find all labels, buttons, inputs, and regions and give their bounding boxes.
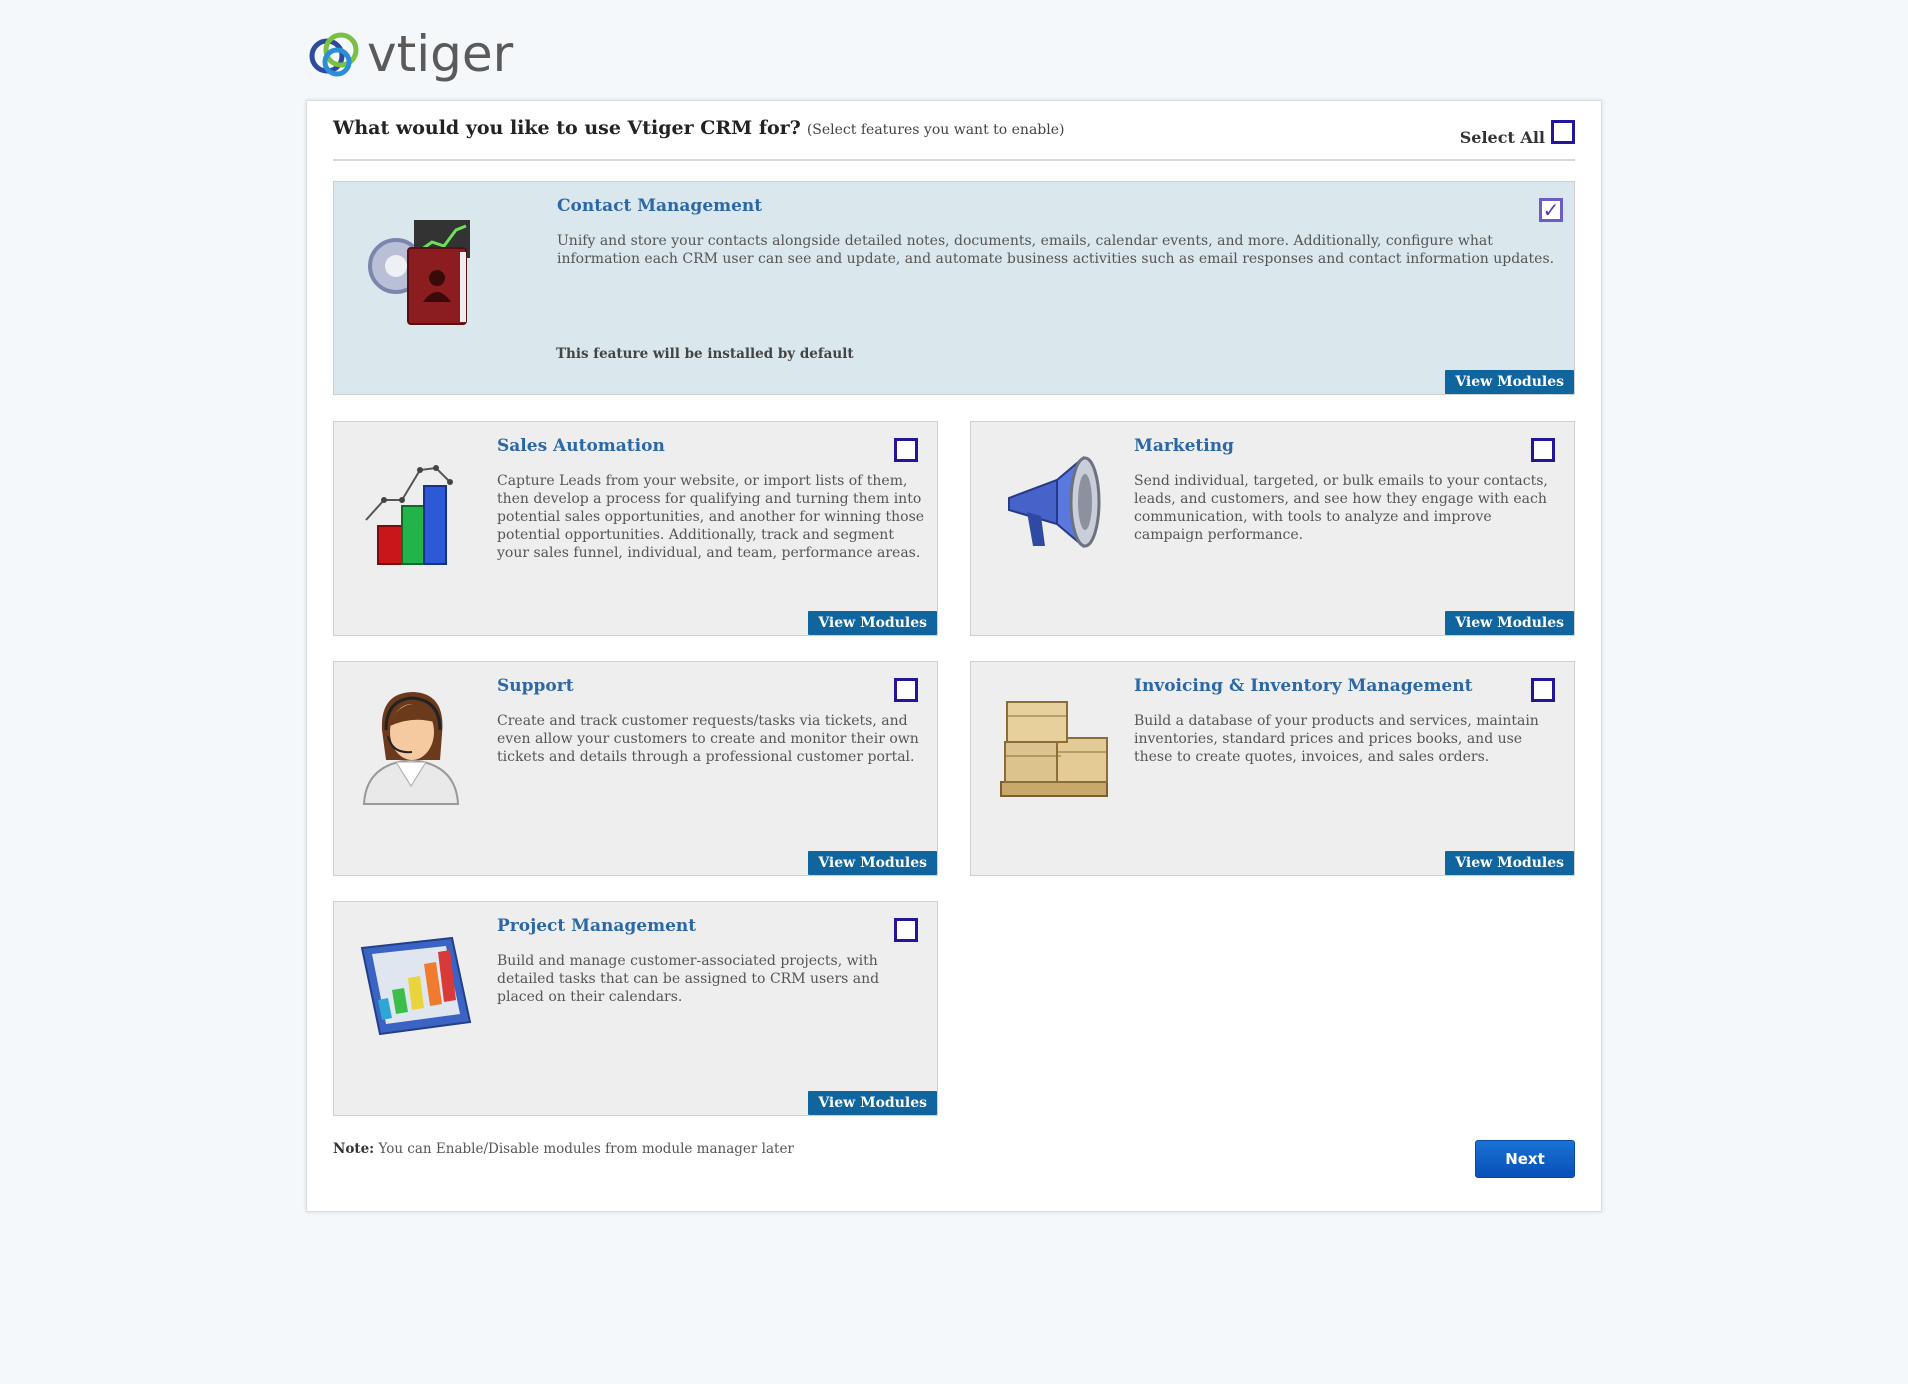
contact-management-title: Contact Management [557, 196, 763, 216]
cloud-logo-icon [309, 32, 359, 77]
invoicing-inventory-checkbox[interactable] [1531, 678, 1555, 702]
sales-automation-description: Capture Leads from your website, or impo… [497, 473, 925, 561]
checkmark-icon: ✓ [1542, 198, 1560, 222]
select-all[interactable]: Select All [1460, 116, 1575, 147]
select-all-checkbox[interactable] [1551, 119, 1575, 144]
support-checkbox[interactable] [894, 678, 918, 702]
panel-header: What would you like to use Vtiger CRM fo… [333, 117, 1575, 157]
feature-card-invoicing-inventory: Invoicing & Inventory Management Build a… [970, 661, 1575, 876]
marketing-description: Send individual, targeted, or bulk email… [1134, 473, 1548, 543]
support-view-modules-button[interactable]: View Modules [808, 851, 937, 875]
default-install-note: This feature will be installed by defaul… [556, 346, 854, 362]
footer-note: Note: You can Enable/Disable modules fro… [333, 1141, 794, 1157]
feature-selection-panel: What would you like to use Vtiger CRM fo… [306, 100, 1602, 1212]
support-agent-icon [362, 692, 460, 805]
note-label: Note: [333, 1141, 375, 1157]
vtiger-logo: vtiger [307, 22, 513, 86]
marketing-checkbox[interactable] [1531, 438, 1555, 462]
invoicing-inventory-description: Build a database of your products and se… [1134, 713, 1539, 765]
header-divider [333, 159, 1575, 161]
next-button[interactable]: Next [1475, 1140, 1575, 1178]
sales-automation-view-modules-button[interactable]: View Modules [808, 611, 937, 635]
project-management-description: Build and manage customer-associated pro… [497, 953, 880, 1005]
feature-card-project-management: Project Management Build and manage cust… [333, 901, 938, 1116]
sales-automation-checkbox[interactable] [894, 438, 918, 462]
logo-text: vtiger [367, 25, 514, 83]
select-all-label: Select All [1459, 128, 1545, 147]
sales-chart-icon [365, 465, 453, 565]
megaphone-icon [1008, 455, 1101, 549]
invoicing-inventory-title: Invoicing & Inventory Management [1134, 676, 1473, 696]
feature-card-contact-management: Contact Management ✓ Unify and store you… [333, 181, 1575, 395]
marketing-title: Marketing [1134, 436, 1234, 456]
page-question: What would you like to use Vtiger CRM fo… [333, 117, 1064, 139]
marketing-view-modules-button[interactable]: View Modules [1445, 611, 1574, 635]
contact-management-description: Unify and store your contacts alongside … [557, 233, 1555, 267]
project-chart-icon [360, 936, 472, 1036]
feature-card-sales-automation: Sales Automation Capture Leads from your… [333, 421, 938, 636]
boxes-pallet-icon [1000, 701, 1108, 797]
project-management-title: Project Management [497, 916, 697, 936]
support-title: Support [497, 676, 574, 696]
question-text: What would you like to use Vtiger CRM fo… [333, 117, 801, 139]
feature-card-marketing: Marketing Send individual, targeted, or … [970, 421, 1575, 636]
support-description: Create and track customer requests/tasks… [497, 713, 919, 765]
feature-card-support: Support Create and track customer reques… [333, 661, 938, 876]
sales-automation-title: Sales Automation [497, 436, 665, 456]
contact-management-view-modules-button[interactable]: View Modules [1445, 370, 1574, 394]
note-text: You can Enable/Disable modules from modu… [378, 1141, 794, 1157]
contact-management-checkbox[interactable]: ✓ [1539, 198, 1563, 222]
address-book-icon [368, 220, 470, 325]
question-hint: (Select features you want to enable) [806, 122, 1065, 138]
project-management-checkbox[interactable] [894, 918, 918, 942]
invoicing-inventory-view-modules-button[interactable]: View Modules [1445, 851, 1574, 875]
project-management-view-modules-button[interactable]: View Modules [808, 1091, 937, 1115]
